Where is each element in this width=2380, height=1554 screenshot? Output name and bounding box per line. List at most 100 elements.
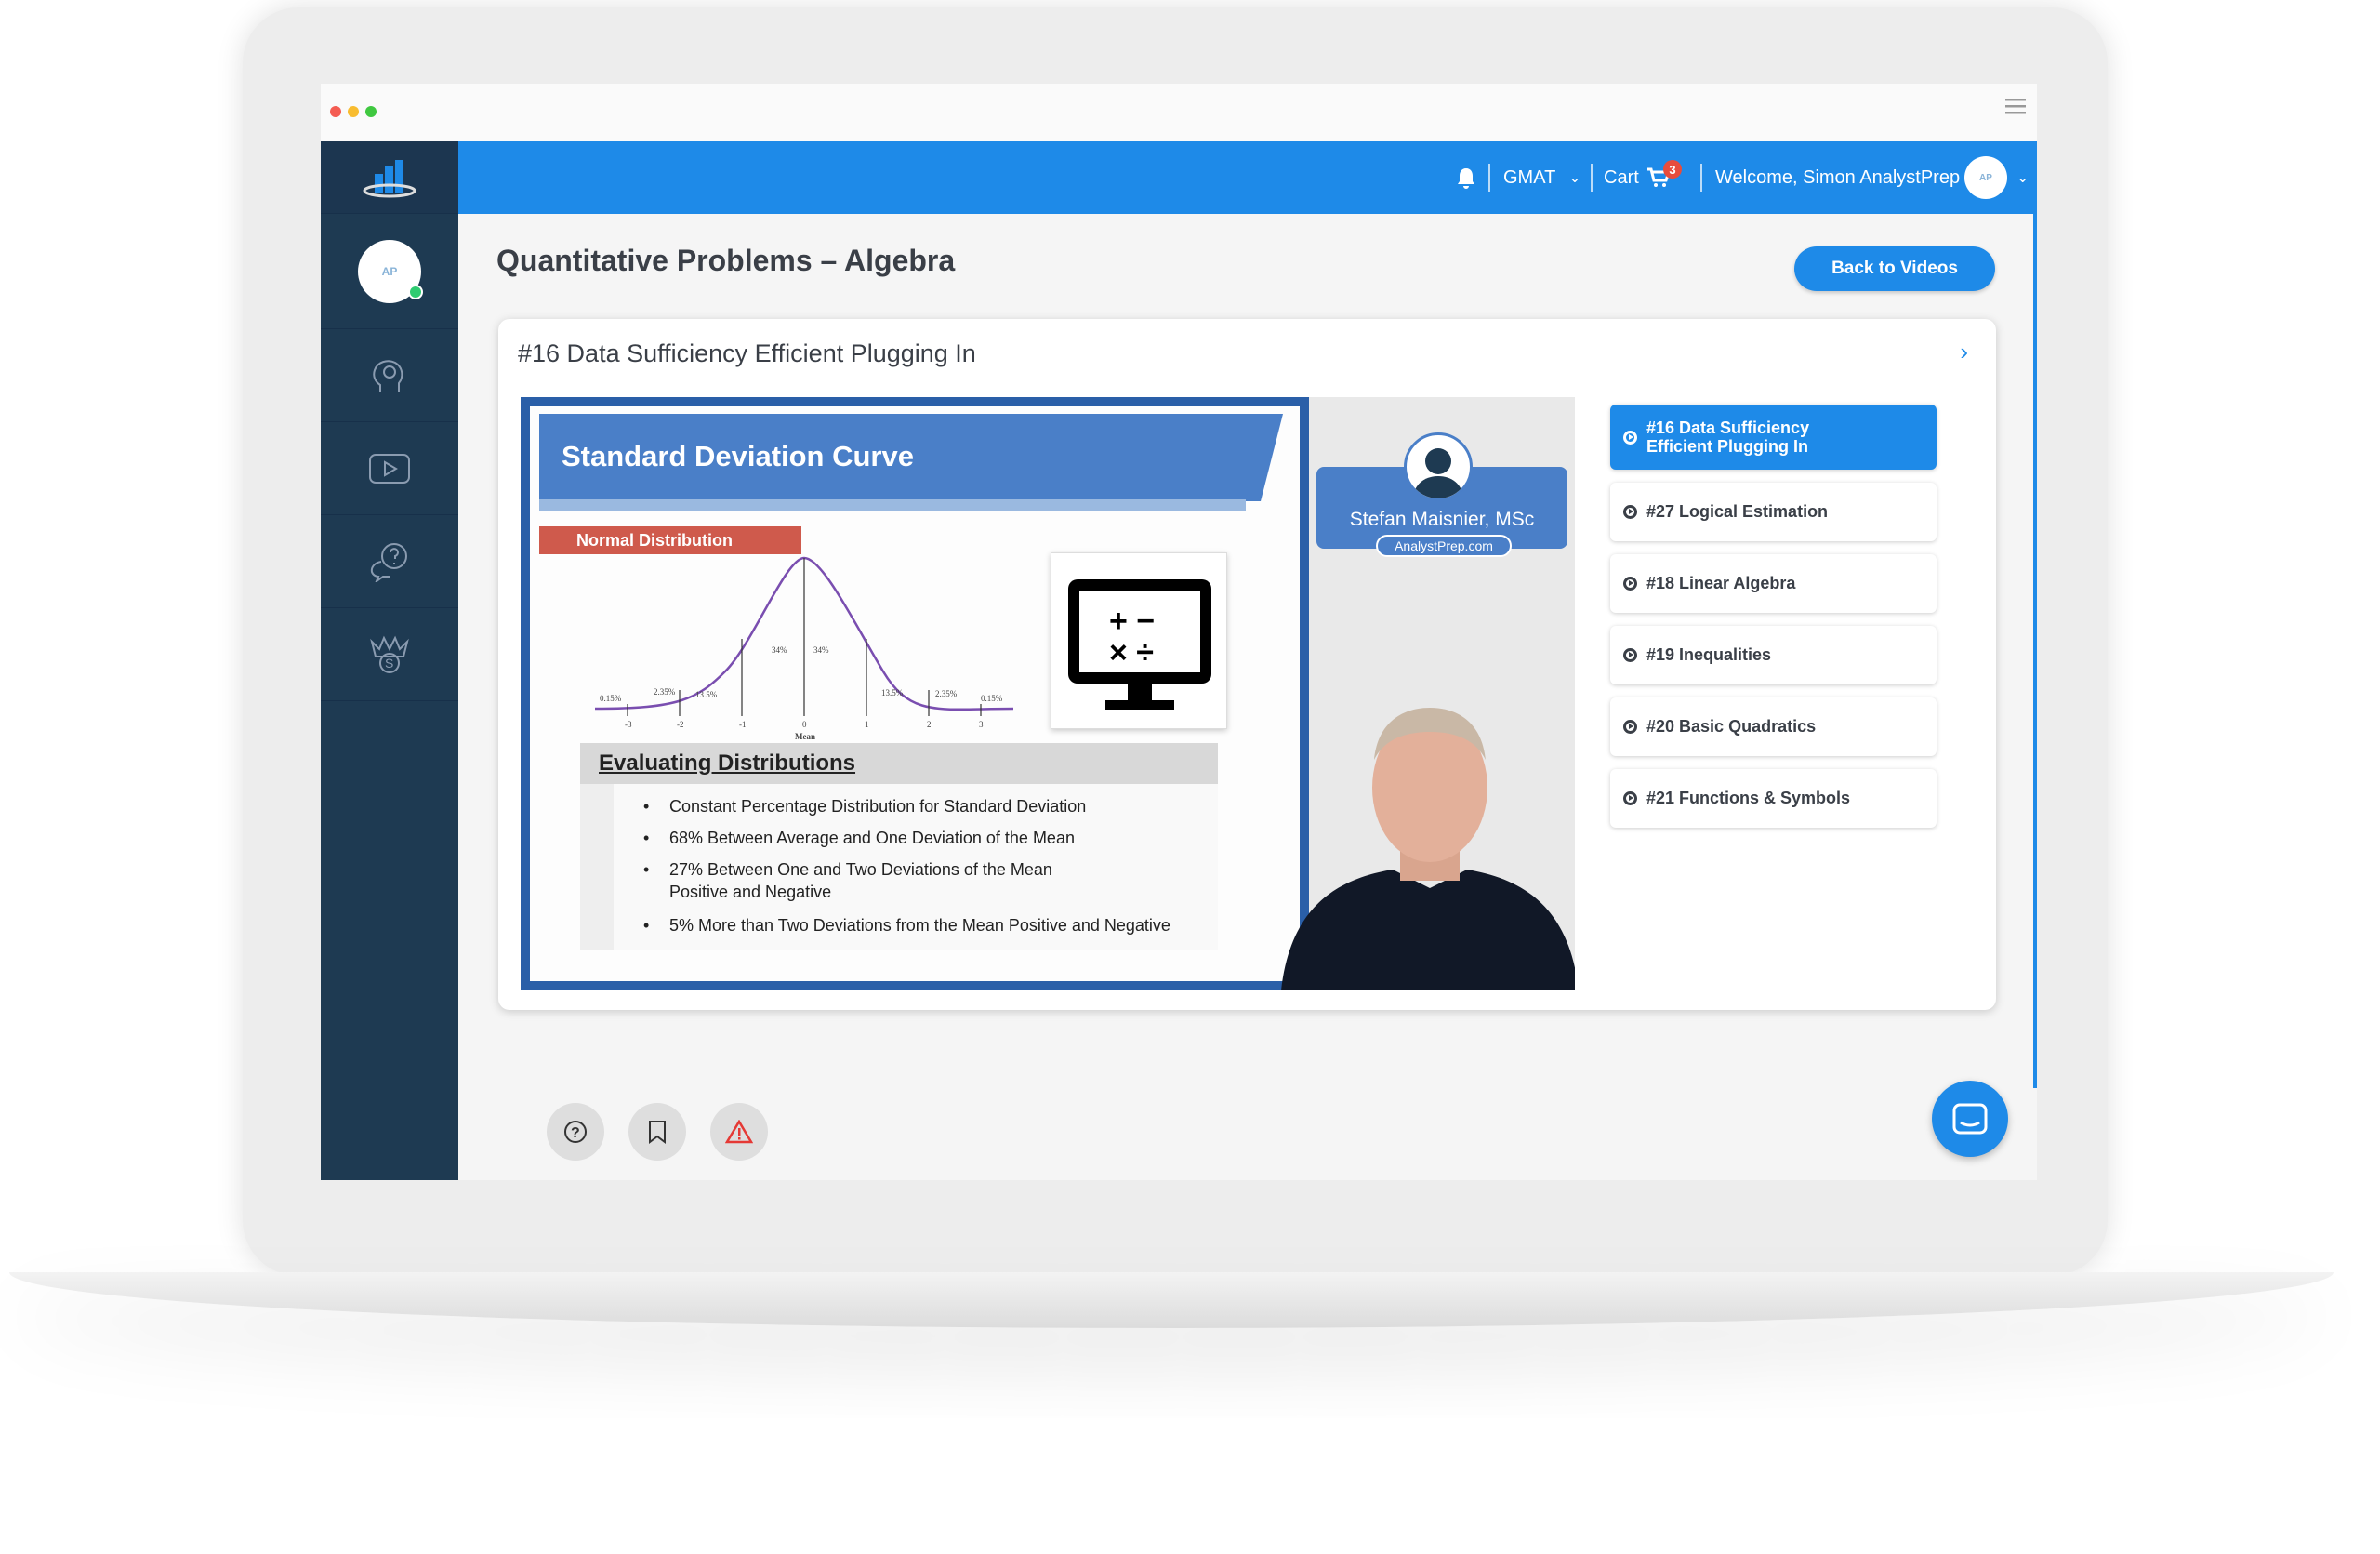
browser-window: AP S GMAT ⌄ Cart 3 Welcome, Simon Analyst… <box>321 84 2037 1180</box>
svg-text:× ÷: × ÷ <box>1109 635 1154 671</box>
playlist-item[interactable]: #20 Basic Quadratics <box>1610 697 1937 756</box>
warning-icon <box>725 1120 753 1144</box>
user-avatar[interactable]: AP <box>321 214 458 329</box>
chevron-down-icon: ⌄ <box>1568 170 1581 186</box>
bullet-item: Constant Percentage Distribution for Sta… <box>643 797 1086 817</box>
help-button[interactable]: ? <box>547 1103 604 1161</box>
sidebar-item-rewards[interactable]: S <box>321 608 458 701</box>
slide-title: Standard Deviation Curve <box>562 440 914 472</box>
video-card: #16 Data Sufficiency Efficient Plugging … <box>498 319 1996 1010</box>
calculator-image: + − × ÷ <box>1051 552 1227 729</box>
play-circle-icon <box>1623 791 1637 805</box>
axis-tick: -1 <box>739 720 747 729</box>
maximize-dot[interactable] <box>365 106 377 117</box>
chevron-down-icon[interactable]: ⌄ <box>2016 141 2029 214</box>
divider <box>1700 164 1702 192</box>
divider <box>1591 164 1593 192</box>
bullet-item: 27% Between One and Two Deviations of th… <box>643 860 1052 880</box>
curve-label: 0.15% <box>600 694 622 703</box>
playlist-item-label: #18 Linear Algebra <box>1646 574 1796 592</box>
sidebar: AP S <box>321 141 458 1180</box>
playlist-item[interactable]: #18 Linear Algebra <box>1610 554 1937 613</box>
sidebar-item-videos[interactable] <box>321 422 458 515</box>
report-button[interactable] <box>710 1103 768 1161</box>
curve-label: 34% <box>772 645 787 655</box>
axis-label: Mean <box>795 732 815 741</box>
axis-tick: -2 <box>677 720 684 729</box>
playlist-item[interactable]: #27 Logical Estimation <box>1610 483 1937 541</box>
playlist-item[interactable]: #19 Inequalities <box>1610 626 1937 684</box>
bookmark-icon <box>649 1121 666 1144</box>
bullet-item: 5% More than Two Deviations from the Mea… <box>643 916 1170 936</box>
playlist-item-label: #16 Data Sufficiency <box>1646 418 1810 437</box>
video-play-icon <box>369 453 410 484</box>
welcome-text: Welcome, Simon AnalystPrep <box>1715 166 1961 188</box>
bookmark-button[interactable] <box>628 1103 686 1161</box>
sidebar-item-questions[interactable] <box>321 515 458 608</box>
bullet-continuation: Positive and Negative <box>669 883 832 901</box>
scrollbar[interactable] <box>2033 214 2037 1088</box>
play-circle-icon <box>1623 720 1637 734</box>
user-avatar-small[interactable]: AP <box>1964 156 2007 199</box>
playlist-item-label: #19 Inequalities <box>1646 645 1772 664</box>
play-circle-icon <box>1623 430 1637 445</box>
axis-tick: 2 <box>927 720 932 729</box>
chat-icon <box>1952 1103 1988 1135</box>
svg-text:S: S <box>385 656 393 671</box>
cart-label: Cart <box>1604 166 1639 188</box>
normal-distribution-curve: 0.15% 2.35% 13.5% 34% 34% 13.5% 2.35% 0.… <box>594 556 1014 741</box>
bullet-item: 68% Between Average and One Deviation of… <box>643 829 1075 848</box>
sidebar-item-mind[interactable] <box>321 329 458 422</box>
exam-label: GMAT <box>1503 166 1556 188</box>
playlist-item-label: Efficient Plugging In <box>1646 437 1808 456</box>
evaluating-box: Evaluating Distributions Constant Percen… <box>580 743 1218 950</box>
presenter-name: Stefan Maisnier, MSc <box>1349 509 1535 530</box>
playlist-item[interactable]: #21 Functions & Symbols <box>1610 769 1937 828</box>
presenter-site: AnalystPrep.com <box>1376 535 1512 557</box>
presenter-avatar-icon <box>1404 432 1473 501</box>
play-circle-icon <box>1623 577 1637 591</box>
play-circle-icon <box>1623 505 1637 519</box>
laptop-base <box>9 1272 2334 1328</box>
back-to-videos-button[interactable]: Back to Videos <box>1794 246 1995 291</box>
monitor-math-icon: + −× ÷ <box>1068 579 1211 710</box>
axis-tick: 0 <box>802 720 807 729</box>
question-chat-icon <box>370 542 407 582</box>
bell-icon[interactable] <box>1457 166 1475 189</box>
crown-coin-icon: S <box>370 635 409 673</box>
presenter-video <box>1281 708 1575 990</box>
logo[interactable] <box>321 141 458 214</box>
playlist-item-active[interactable]: #16 Data Sufficiency Efficient Plugging I… <box>1610 405 1937 470</box>
cart-link[interactable]: Cart <box>1604 141 1671 214</box>
online-status-dot <box>408 284 423 299</box>
axis-tick: 1 <box>865 720 869 729</box>
curve-label: 0.15% <box>981 694 1003 703</box>
chat-button[interactable] <box>1932 1081 2008 1157</box>
exam-dropdown[interactable]: GMAT ⌄ <box>1503 141 1581 214</box>
curve-label: 13.5% <box>695 690 718 699</box>
chevron-right-icon[interactable]: › <box>1960 338 1968 366</box>
play-circle-icon <box>1623 648 1637 662</box>
box-title: Evaluating Distributions <box>599 750 856 776</box>
curve-label: 2.35% <box>654 687 676 697</box>
analystprep-logo-icon <box>363 159 416 197</box>
video-player[interactable]: Standard Deviation Curve Normal Distribu… <box>521 397 1575 990</box>
top-navbar: GMAT ⌄ Cart 3 Welcome, Simon AnalystPrep … <box>458 141 2037 214</box>
presenter-area: Stefan Maisnier, MSc AnalystPrep.com <box>1281 397 1575 990</box>
close-dot[interactable] <box>330 106 341 117</box>
axis-tick: 3 <box>979 720 984 729</box>
menu-icon[interactable] <box>2005 97 2026 115</box>
video-slide: Standard Deviation Curve Normal Distribu… <box>521 397 1309 990</box>
curve-label: 13.5% <box>881 688 904 697</box>
cart-count-badge: 3 <box>1663 160 1682 179</box>
minimize-dot[interactable] <box>348 106 359 117</box>
svg-text:+ −: + − <box>1109 604 1155 639</box>
svg-text:?: ? <box>571 1125 580 1141</box>
page-title: Quantitative Problems – Algebra <box>496 244 956 277</box>
curve-label: 34% <box>813 645 829 655</box>
playlist-item-label: #20 Basic Quadratics <box>1646 717 1817 736</box>
help-icon: ? <box>564 1121 587 1143</box>
slide-header-stripe <box>539 499 1246 511</box>
playlist-item-label: #27 Logical Estimation <box>1646 502 1829 521</box>
avatar: AP <box>358 239 423 303</box>
